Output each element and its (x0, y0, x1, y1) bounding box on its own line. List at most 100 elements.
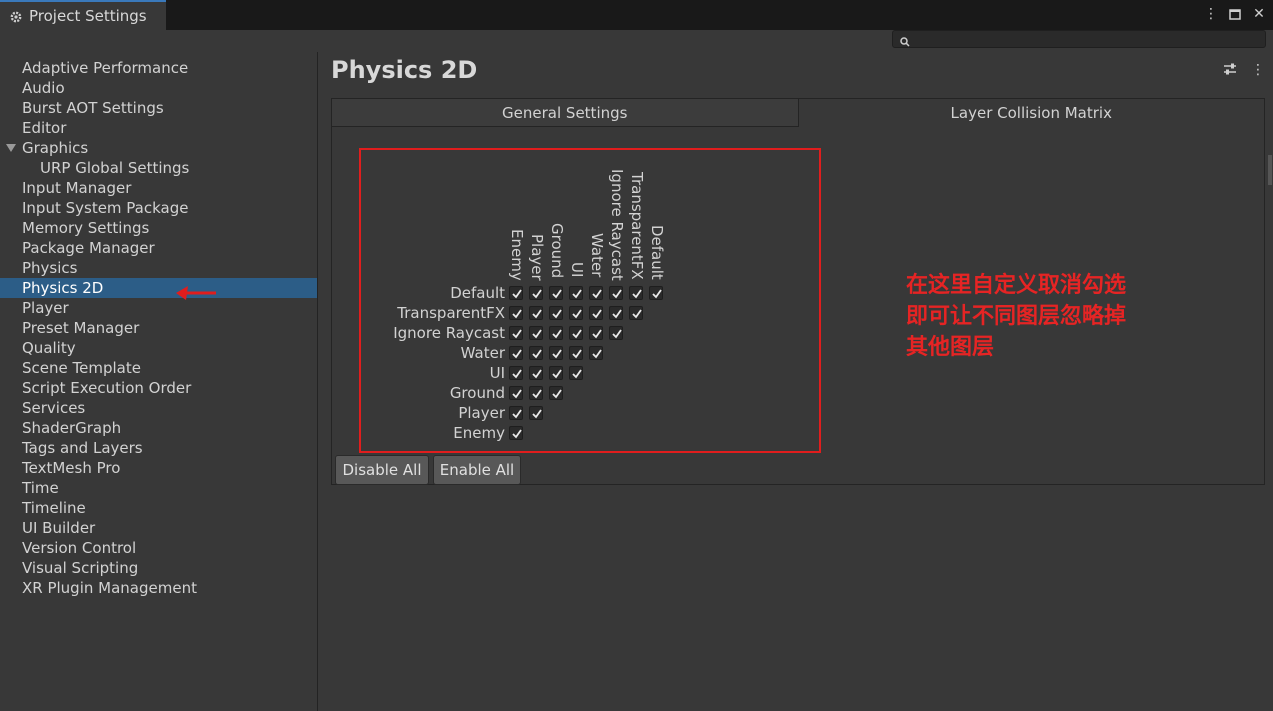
collision-checkbox[interactable] (509, 406, 523, 420)
sidebar-item-adaptive-performance[interactable]: Adaptive Performance (0, 58, 317, 78)
sidebar-item-graphics[interactable]: Graphics (0, 138, 317, 158)
collision-checkbox[interactable] (589, 306, 603, 320)
sidebar-item-physics-2d[interactable]: Physics 2D (0, 278, 317, 298)
annotation-line: 其他图层 (906, 335, 995, 360)
collision-checkbox[interactable] (509, 326, 523, 340)
collision-checkbox[interactable] (509, 426, 523, 440)
disable-all-button[interactable]: Disable All (335, 455, 429, 485)
gear-icon (9, 9, 23, 23)
sidebar-item-input-manager[interactable]: Input Manager (0, 178, 317, 198)
annotation-line: 即可让不同图层忽略掉 (906, 304, 1127, 329)
collision-checkbox[interactable] (589, 286, 603, 300)
sidebar-item-tags-and-layers[interactable]: Tags and Layers (0, 438, 317, 458)
matrix-col-label: Ignore Raycast (608, 169, 626, 281)
collision-checkbox[interactable] (529, 286, 543, 300)
sidebar-item-package-manager[interactable]: Package Manager (0, 238, 317, 258)
collision-checkbox[interactable] (549, 346, 563, 360)
annotation-arrow-sidebar (176, 286, 216, 300)
close-icon[interactable]: ✕ (1249, 4, 1269, 24)
matrix-col-label: Ground (548, 223, 566, 279)
sidebar-item-version-control[interactable]: Version Control (0, 538, 317, 558)
matrix-col-label: TransparentFX (628, 172, 646, 280)
enable-all-button[interactable]: Enable All (433, 455, 521, 485)
sidebar-item-time[interactable]: Time (0, 478, 317, 498)
sidebar-item-player[interactable]: Player (0, 298, 317, 318)
collision-checkbox[interactable] (509, 346, 523, 360)
sidebar-item-timeline[interactable]: Timeline (0, 498, 317, 518)
matrix-row-label: Player (458, 404, 505, 422)
physics2d-panel: General Settings Layer Collision Matrix … (331, 98, 1265, 485)
more-icon[interactable]: ⋮ (1251, 62, 1265, 80)
collision-checkbox[interactable] (549, 286, 563, 300)
sidebar-item-physics[interactable]: Physics (0, 258, 317, 278)
collision-checkbox[interactable] (509, 386, 523, 400)
collision-checkbox[interactable] (589, 346, 603, 360)
sidebar-item-input-system-package[interactable]: Input System Package (0, 198, 317, 218)
preset-sliders-icon[interactable] (1223, 62, 1237, 80)
collision-checkbox[interactable] (549, 366, 563, 380)
matrix-col-label: Enemy (508, 229, 526, 281)
sidebar-item-burst-aot-settings[interactable]: Burst AOT Settings (0, 98, 317, 118)
collision-checkbox[interactable] (569, 286, 583, 300)
collision-checkbox[interactable] (589, 326, 603, 340)
window-titlebar: Project Settings ⋮ ✕ (0, 0, 1273, 30)
collision-checkbox[interactable] (649, 286, 663, 300)
sidebar-item-scene-template[interactable]: Scene Template (0, 358, 317, 378)
settings-sidebar: Adaptive Performance Audio Burst AOT Set… (0, 52, 318, 711)
sidebar-item-xr-plugin-management[interactable]: XR Plugin Management (0, 578, 317, 598)
collision-checkbox[interactable] (569, 306, 583, 320)
sidebar-item-audio[interactable]: Audio (0, 78, 317, 98)
settings-main-panel: Physics 2D ⋮ General Settings Layer Coll… (318, 52, 1273, 711)
collision-checkbox[interactable] (629, 306, 643, 320)
sidebar-item-memory-settings[interactable]: Memory Settings (0, 218, 317, 238)
more-icon[interactable]: ⋮ (1201, 4, 1221, 24)
collision-checkbox[interactable] (609, 286, 623, 300)
sidebar-item-ui-builder[interactable]: UI Builder (0, 518, 317, 538)
collision-checkbox[interactable] (569, 326, 583, 340)
matrix-row-label: UI (489, 364, 505, 382)
collision-checkbox[interactable] (549, 306, 563, 320)
maximize-icon[interactable] (1225, 4, 1245, 24)
annotation-line: 在这里自定义取消勾选 (906, 273, 1127, 298)
page-title: Physics 2D (331, 56, 478, 84)
collision-checkbox[interactable] (509, 306, 523, 320)
sidebar-item-editor[interactable]: Editor (0, 118, 317, 138)
sidebar-item-script-execution-order[interactable]: Script Execution Order (0, 378, 317, 398)
collision-checkbox[interactable] (529, 326, 543, 340)
sidebar-item-visual-scripting[interactable]: Visual Scripting (0, 558, 317, 578)
sidebar-item-quality[interactable]: Quality (0, 338, 317, 358)
search-input[interactable] (892, 30, 1266, 48)
search-icon (899, 33, 911, 47)
matrix-row-label: Water (460, 344, 505, 362)
matrix-col-label: Water (588, 233, 606, 278)
collision-checkbox[interactable] (609, 326, 623, 340)
collision-checkbox[interactable] (529, 306, 543, 320)
collision-checkbox[interactable] (529, 366, 543, 380)
matrix-row-label: Ground (449, 384, 505, 402)
project-settings-tab[interactable]: Project Settings (0, 0, 166, 30)
collision-checkbox[interactable] (549, 326, 563, 340)
sidebar-item-urp-global-settings[interactable]: URP Global Settings (0, 158, 317, 178)
collision-checkbox[interactable] (569, 346, 583, 360)
collision-checkbox[interactable] (509, 366, 523, 380)
sidebar-item-textmesh-pro[interactable]: TextMesh Pro (0, 458, 317, 478)
collision-checkbox[interactable] (529, 346, 543, 360)
collision-checkbox[interactable] (529, 386, 543, 400)
collision-checkbox[interactable] (549, 386, 563, 400)
tab-general-settings[interactable]: General Settings (332, 99, 799, 127)
collision-checkbox[interactable] (629, 286, 643, 300)
collision-checkbox[interactable] (509, 286, 523, 300)
matrix-col-label: UI (568, 262, 586, 278)
sidebar-item-preset-manager[interactable]: Preset Manager (0, 318, 317, 338)
annotation-text: 在这里自定义取消勾选 即可让不同图层忽略掉 其他图层 (906, 270, 1126, 363)
matrix-col-label: Default (648, 225, 666, 280)
matrix-col-label: Player (528, 234, 546, 281)
scrollbar-thumb[interactable] (1268, 155, 1272, 185)
collision-checkbox[interactable] (609, 306, 623, 320)
matrix-row-label: Default (450, 284, 505, 302)
sidebar-item-services[interactable]: Services (0, 398, 317, 418)
sidebar-item-shadergraph[interactable]: ShaderGraph (0, 418, 317, 438)
collision-checkbox[interactable] (529, 406, 543, 420)
tab-layer-collision-matrix[interactable]: Layer Collision Matrix (798, 99, 1264, 127)
collision-checkbox[interactable] (569, 366, 583, 380)
